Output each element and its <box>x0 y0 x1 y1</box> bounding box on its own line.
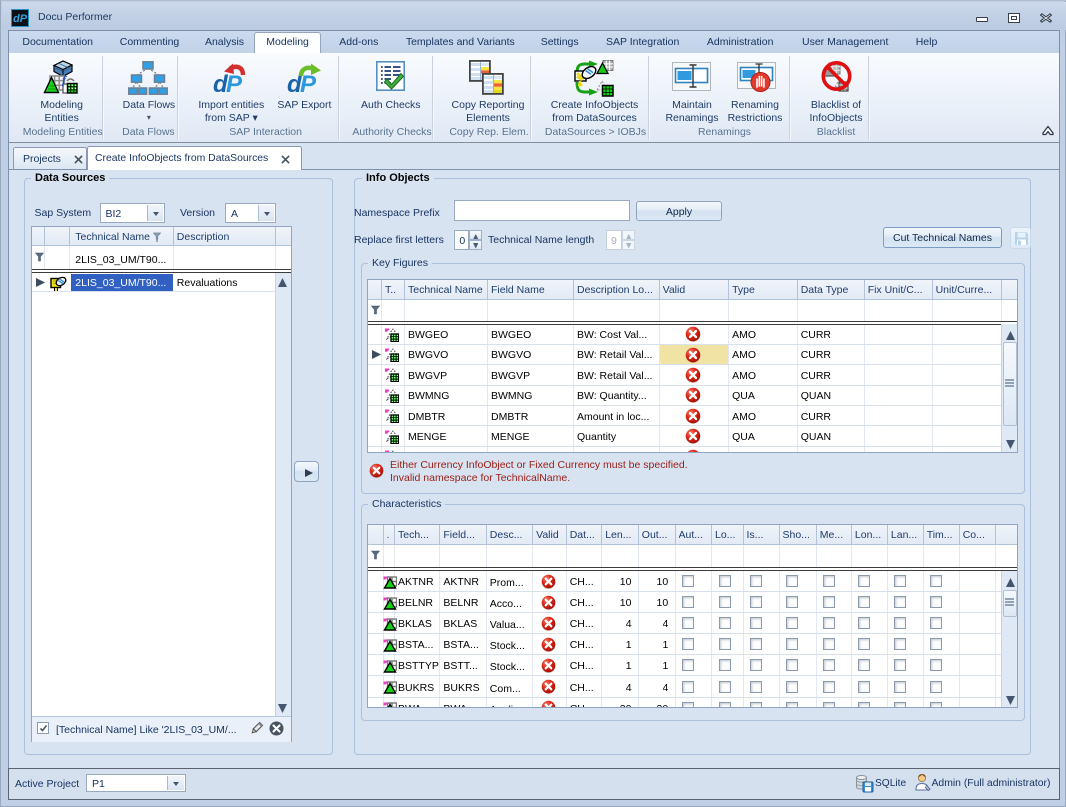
svg-text:dP: dP <box>13 13 28 25</box>
svg-text:P: P <box>226 71 243 95</box>
